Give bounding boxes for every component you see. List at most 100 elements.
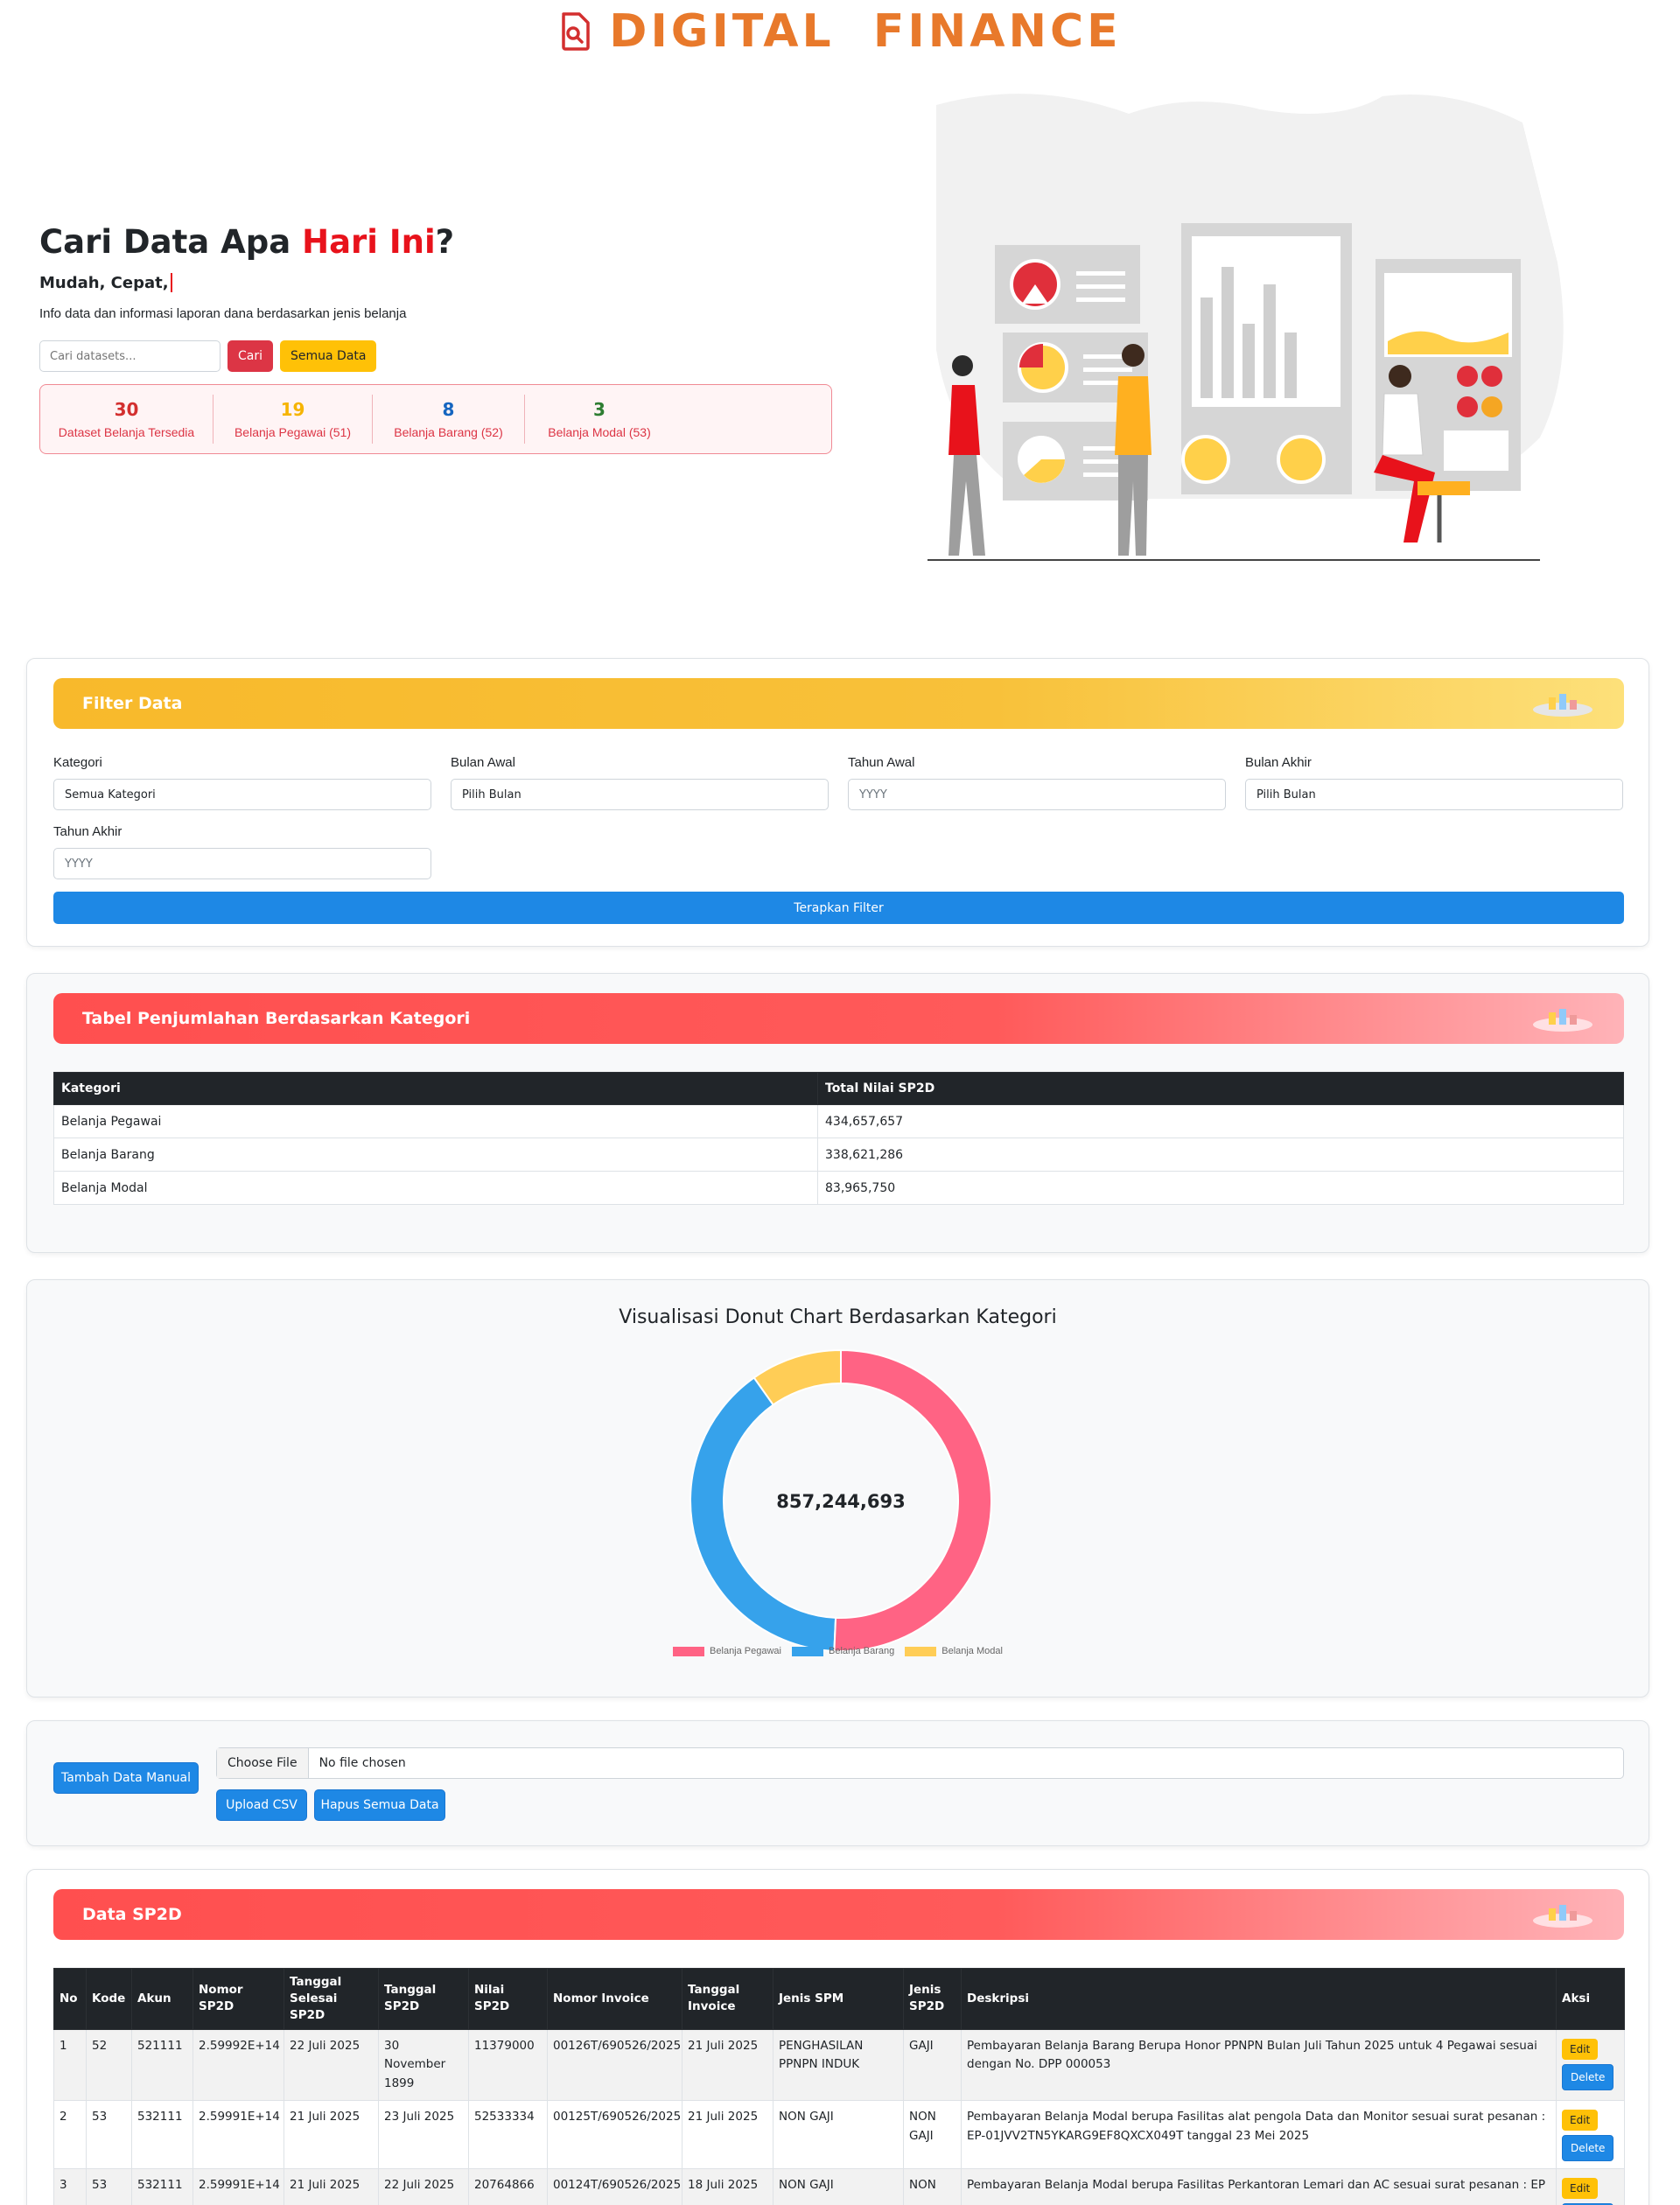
- table-cell: 434,657,657: [817, 1104, 1624, 1138]
- legend-label: Belanja Pegawai: [710, 1646, 781, 1656]
- row-actions: Edit Delete: [1556, 2028, 1625, 2102]
- table-cell: NON: [903, 2168, 962, 2205]
- table-cell: 23 Juli 2025: [378, 2100, 469, 2170]
- donut-slice-belanja-barang[interactable]: [690, 1376, 837, 1652]
- tahun-akhir-input[interactable]: YYYY: [53, 848, 431, 879]
- table-cell: NON GAJI: [773, 2100, 904, 2170]
- row-actions: EditDelete: [1556, 2168, 1625, 2205]
- table-cell: 21 Juli 2025: [682, 2028, 774, 2102]
- column-header: Tanggal Invoice: [682, 1968, 774, 2030]
- table-row: Belanja Pegawai 434,657,657: [53, 1104, 1624, 1138]
- dashboard-illustration: [928, 94, 1564, 561]
- column-header: Jenis SPM: [773, 1968, 904, 2030]
- column-header: Aksi: [1556, 1968, 1625, 2030]
- table-cell: Belanja Pegawai: [53, 1104, 818, 1138]
- sp2d-card: Data SP2D No Kode Akun Nomor SP2D Tangga…: [26, 1869, 1649, 2205]
- table-cell: 22 Juli 2025: [378, 2168, 469, 2205]
- summary-title: Tabel Penjumlahan Berdasarkan Kategori: [82, 1009, 471, 1028]
- kategori-select[interactable]: Semua Kategori: [53, 779, 431, 810]
- column-header: Kategori: [53, 1072, 818, 1105]
- legend-item[interactable]: Belanja Barang: [792, 1646, 894, 1656]
- delete-all-button[interactable]: Hapus Semua Data: [314, 1789, 445, 1821]
- hero-typed-text: Mudah, Cepat,: [39, 273, 836, 292]
- stat-total: 30 Dataset Belanja Tersedia: [40, 395, 214, 444]
- table-cell: 1: [53, 2028, 87, 2102]
- stat-label: Belanja Pegawai (51): [234, 425, 352, 439]
- filter-banner: Filter Data: [53, 678, 1624, 729]
- table-cell: 532111: [131, 2168, 193, 2205]
- stat-value: 3: [593, 399, 606, 420]
- legend-item[interactable]: Belanja Pegawai: [673, 1646, 781, 1656]
- table-cell: NON GAJI: [903, 2100, 962, 2170]
- column-header: Tanggal SP2D: [378, 1968, 469, 2030]
- file-input[interactable]: Choose File No file chosen: [216, 1747, 1624, 1779]
- add-manual-button[interactable]: Tambah Data Manual: [53, 1762, 199, 1794]
- donut-chart: 857,244,693: [690, 1348, 992, 1652]
- table-cell: 21 Juli 2025: [682, 2100, 774, 2170]
- choose-file-button[interactable]: Choose File: [217, 1748, 309, 1778]
- bulan-akhir-select[interactable]: Pilih Bulan: [1245, 779, 1623, 810]
- column-header: Nomor SP2D: [192, 1968, 284, 2030]
- summary-table: Kategori Total Nilai SP2D Belanja Pegawa…: [53, 1072, 1624, 1205]
- column-header: Jenis SP2D: [903, 1968, 962, 2030]
- hero-section: Cari Data Apa Hari Ini? Mudah, Cepat, In…: [39, 223, 836, 454]
- table-cell: NON GAJI: [773, 2168, 904, 2205]
- finance-illustration-icon: [1533, 1905, 1592, 1928]
- summary-card: Tabel Penjumlahan Berdasarkan Kategori K…: [26, 973, 1649, 1253]
- row-actions: Edit Delete: [1556, 2100, 1625, 2170]
- apply-filter-button[interactable]: Terapkan Filter: [53, 892, 1624, 924]
- legend-item[interactable]: Belanja Modal: [905, 1646, 1003, 1656]
- stat-value: 8: [442, 399, 455, 420]
- table-cell: 21 Juli 2025: [284, 2100, 379, 2170]
- table-cell: GAJI: [903, 2028, 962, 2102]
- hero-title-prefix: Cari Data Apa: [39, 223, 303, 261]
- hero-description: Info data dan informasi laporan dana ber…: [39, 306, 407, 321]
- tahun-awal-input[interactable]: YYYY: [848, 779, 1226, 810]
- typed-text: Mudah, Cepat,: [39, 273, 169, 292]
- tahun-awal-label: Tahun Awal: [848, 755, 915, 770]
- bulan-awal-label: Bulan Awal: [451, 755, 515, 770]
- donut-card: Visualisasi Donut Chart Berdasarkan Kate…: [26, 1279, 1649, 1698]
- stat-value: 30: [114, 399, 139, 420]
- delete-button[interactable]: Delete: [1562, 2135, 1614, 2162]
- table-row: 1 52 521111 2.59992E+14 22 Juli 2025 30 Novem…: [53, 2028, 1625, 2102]
- search-input[interactable]: [39, 340, 220, 372]
- stat-modal: 3 Belanja Modal (53): [525, 395, 674, 444]
- upload-csv-button[interactable]: Upload CSV: [216, 1789, 307, 1821]
- tahun-akhir-label: Tahun Akhir: [53, 824, 122, 839]
- table-cell: 11379000: [468, 2028, 548, 2102]
- table-cell: 52533334: [468, 2100, 548, 2170]
- edit-button[interactable]: Edit: [1562, 2178, 1599, 2200]
- table-cell: 2: [53, 2100, 87, 2170]
- column-header: Akun: [131, 1968, 193, 2030]
- table-cell: 22 Juli 2025: [284, 2028, 379, 2102]
- typing-caret: [170, 273, 172, 292]
- brand-title: DIGITAL FINANCE: [609, 5, 1122, 58]
- bulan-awal-select[interactable]: Pilih Bulan: [451, 779, 829, 810]
- sp2d-table: No Kode Akun Nomor SP2D Tanggal Selesai …: [53, 1968, 1625, 2205]
- all-data-button[interactable]: Semua Data: [280, 340, 377, 372]
- table-cell: 53: [86, 2168, 132, 2205]
- stat-label: Belanja Modal (53): [548, 425, 651, 439]
- hero-title-highlight: Hari Ini: [302, 223, 436, 261]
- edit-button[interactable]: Edit: [1562, 2110, 1599, 2132]
- search-bar: Cari Semua Data: [39, 340, 836, 372]
- legend-swatch: [792, 1646, 823, 1656]
- column-header: Nomor Invoice: [547, 1968, 682, 2030]
- delete-button[interactable]: Delete: [1562, 2063, 1614, 2090]
- column-header: Nilai SP2D: [468, 1968, 548, 2030]
- stats-box: 30 Dataset Belanja Tersedia 19 Belanja P…: [39, 384, 832, 454]
- stat-label: Belanja Barang (52): [394, 425, 503, 439]
- upload-card: Tambah Data Manual Choose File No file c…: [26, 1720, 1649, 1846]
- bulan-akhir-label: Bulan Akhir: [1245, 755, 1312, 770]
- table-cell: 00126T/690526/2025: [547, 2028, 682, 2102]
- table-cell: 00125T/690526/2025: [547, 2100, 682, 2170]
- summary-banner: Tabel Penjumlahan Berdasarkan Kategori: [53, 993, 1624, 1044]
- stat-label: Dataset Belanja Tersedia: [58, 425, 195, 439]
- table-cell: 338,621,286: [817, 1138, 1624, 1172]
- edit-button[interactable]: Edit: [1562, 2038, 1599, 2060]
- legend-swatch: [673, 1646, 705, 1656]
- table-cell: 521111: [131, 2028, 193, 2102]
- column-header: Kode: [86, 1968, 132, 2030]
- search-button[interactable]: Cari: [228, 340, 273, 372]
